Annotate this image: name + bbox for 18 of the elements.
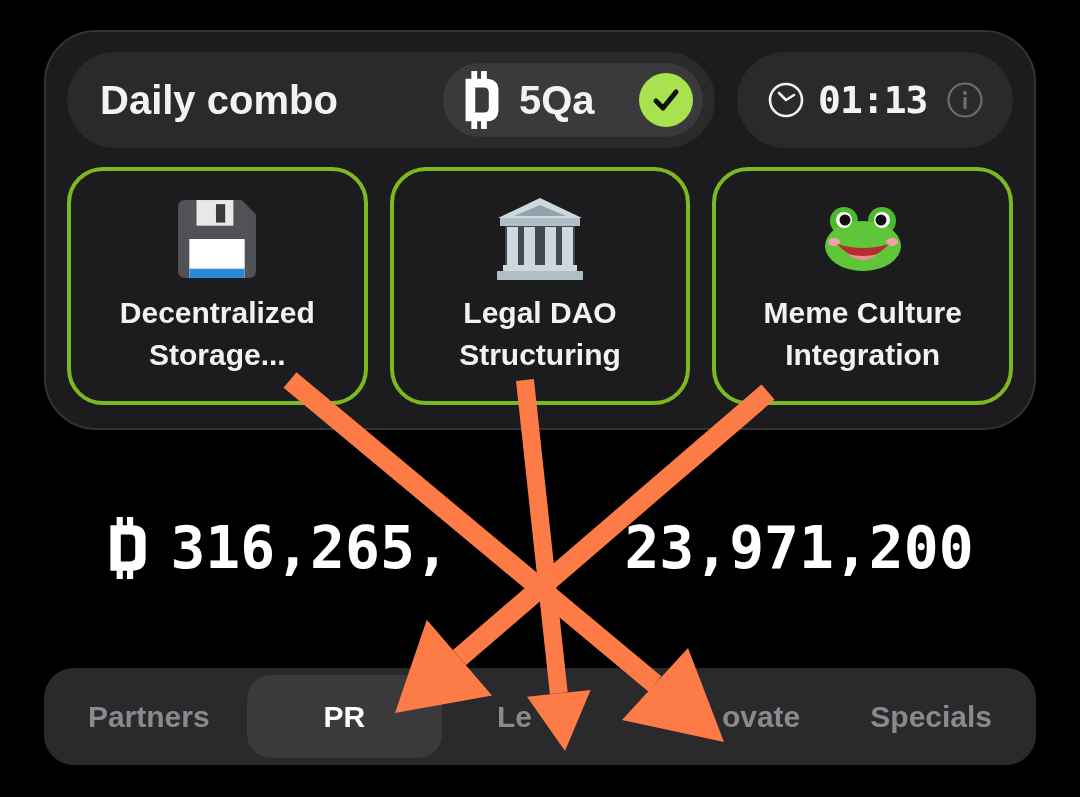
frog-face-icon [823, 206, 902, 272]
card-label: Decentralized Storage... [118, 295, 316, 373]
countdown-text: 01:13 [818, 78, 929, 122]
category-tab[interactable]: ovate [637, 675, 834, 758]
classical-building-icon [496, 198, 584, 280]
category-tab[interactable]: Le [442, 675, 638, 758]
category-tab[interactable]: Partners [51, 675, 247, 758]
card-label: Meme Culture Integration [762, 295, 963, 373]
balance-amount: 316,265, [170, 514, 450, 582]
category-tab[interactable]: PR [246, 675, 443, 758]
info-icon[interactable] [947, 82, 983, 118]
currency-icon [465, 71, 499, 129]
card-label: Legal DAO Structuring [458, 295, 622, 373]
combo-title: Daily combo [100, 77, 338, 123]
category-tab[interactable]: Specials [833, 675, 1029, 758]
clock-icon [768, 82, 804, 118]
balance-amount: 23,971,200 [624, 514, 974, 582]
reward-amount: 5Qa [519, 77, 596, 123]
